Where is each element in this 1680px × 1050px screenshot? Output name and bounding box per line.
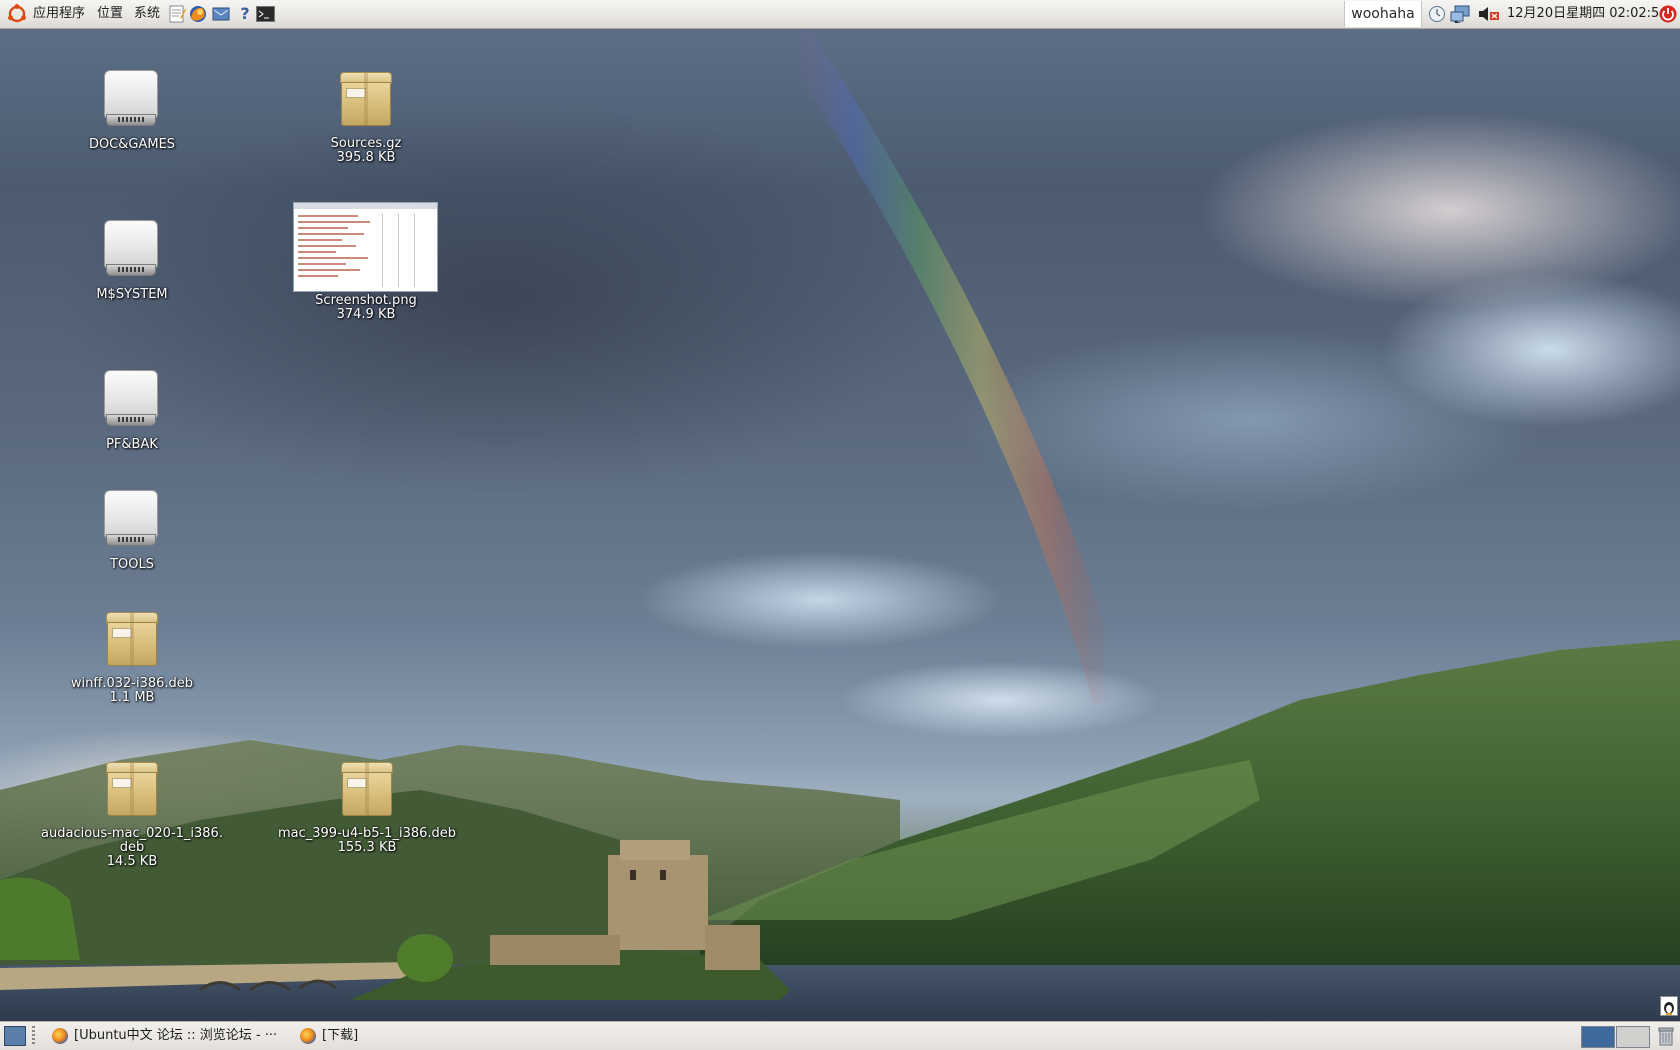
desktop-icon-size: 374.9 KB	[336, 307, 396, 322]
mail-icon[interactable]	[212, 5, 230, 23]
desktop-icon-screenshot-png[interactable]: Screenshot.png 374.9 KB	[296, 294, 436, 322]
desktop-icon-label: mac_399-u4-b5-1_i386.deb	[277, 826, 457, 841]
desktop-icon-label-line2: deb	[119, 840, 145, 855]
desktop-icon-label: DOC&GAMES	[88, 137, 176, 152]
desktop-icon-label: audacious-mac_020-1_i386.	[41, 826, 223, 841]
package-icon	[341, 762, 393, 816]
bottom-panel: [Ubuntu中文 论坛 :: 浏览论坛 - ··· [下载]	[0, 1021, 1680, 1050]
screenshot-thumbnail	[293, 202, 438, 292]
power-icon[interactable]	[1659, 5, 1677, 23]
drive-icon	[104, 70, 158, 128]
desktop-icon-label: Screenshot.png	[315, 293, 417, 308]
package-icon	[340, 72, 392, 126]
drive-icon	[104, 490, 158, 548]
desktop-icon-label: TOOLS	[110, 557, 154, 572]
terminal-icon[interactable]	[256, 5, 275, 23]
desktop-icon-audacious-deb[interactable]: audacious-mac_020-1_i386. deb 14.5 KB	[38, 762, 226, 869]
ubuntu-logo-icon[interactable]	[6, 0, 28, 28]
desktop-icon-doc-games[interactable]: DOC&GAMES	[80, 70, 184, 152]
show-desktop-icon[interactable]	[4, 1026, 26, 1046]
trash-icon[interactable]	[1658, 1026, 1674, 1046]
taskbar-item-downloads[interactable]: [下载]	[296, 1024, 416, 1048]
menu-applications[interactable]: 应用程序	[29, 0, 89, 28]
package-icon	[106, 612, 158, 666]
desktop-icon-size: 14.5 KB	[106, 854, 158, 869]
user-switcher[interactable]: woohaha	[1344, 1, 1422, 27]
menu-system[interactable]: 系统	[130, 0, 164, 28]
desktop-icon-tools[interactable]: TOOLS	[80, 490, 184, 572]
menu-places[interactable]: 位置	[93, 0, 127, 28]
desktop-icon-label: PF&BAK	[106, 437, 158, 452]
wallpaper-scenery	[0, 20, 1680, 1022]
desktop-icon-label: winff.032-i386.deb	[70, 676, 194, 691]
panel-handle[interactable]	[32, 1026, 35, 1046]
desktop-icon-msystem[interactable]: M$SYSTEM	[80, 220, 184, 302]
desktop-icon-pf-bak[interactable]: PF&BAK	[80, 370, 184, 452]
drive-icon	[104, 370, 158, 428]
clock-applet-icon[interactable]	[1428, 5, 1446, 23]
penguin-tray-icon[interactable]	[1660, 996, 1678, 1016]
help-icon[interactable]: ?	[236, 5, 254, 23]
package-icon	[106, 762, 158, 816]
clock[interactable]: 12月20日星期四 02:02:54	[1507, 0, 1668, 28]
desktop-icon-sources-gz[interactable]: Sources.gz 395.8 KB	[296, 72, 436, 165]
desktop-icon-size: 1.1 MB	[109, 690, 155, 705]
desktop-icon-size: 155.3 KB	[337, 840, 397, 855]
desktop-icon-winff-deb[interactable]: winff.032-i386.deb 1.1 MB	[62, 612, 202, 705]
workspace-2[interactable]	[1616, 1026, 1650, 1048]
text-editor-icon[interactable]	[168, 5, 186, 23]
firefox-icon	[300, 1028, 316, 1044]
firefox-icon	[52, 1028, 68, 1044]
taskbar-item-label: [下载]	[322, 1028, 359, 1043]
desktop-icon-size: 395.8 KB	[336, 150, 396, 165]
desktop-icon-label: Sources.gz	[330, 136, 402, 151]
volume-muted-icon[interactable]	[1478, 5, 1500, 23]
drive-icon	[104, 220, 158, 278]
desktop-icon-label: M$SYSTEM	[96, 287, 168, 302]
network-icon[interactable]	[1450, 5, 1472, 24]
firefox-icon[interactable]	[189, 5, 207, 23]
taskbar-item-forum[interactable]: [Ubuntu中文 论坛 :: 浏览论坛 - ···	[48, 1024, 292, 1048]
taskbar-item-label: [Ubuntu中文 论坛 :: 浏览论坛 - ···	[74, 1028, 278, 1043]
desktop-icon-mac-deb[interactable]: mac_399-u4-b5-1_i386.deb 155.3 KB	[272, 762, 462, 855]
top-panel: 应用程序 位置 系统 ? woohaha 12月20日星期四 02:02:54	[0, 0, 1680, 29]
workspace-1[interactable]	[1581, 1026, 1615, 1048]
